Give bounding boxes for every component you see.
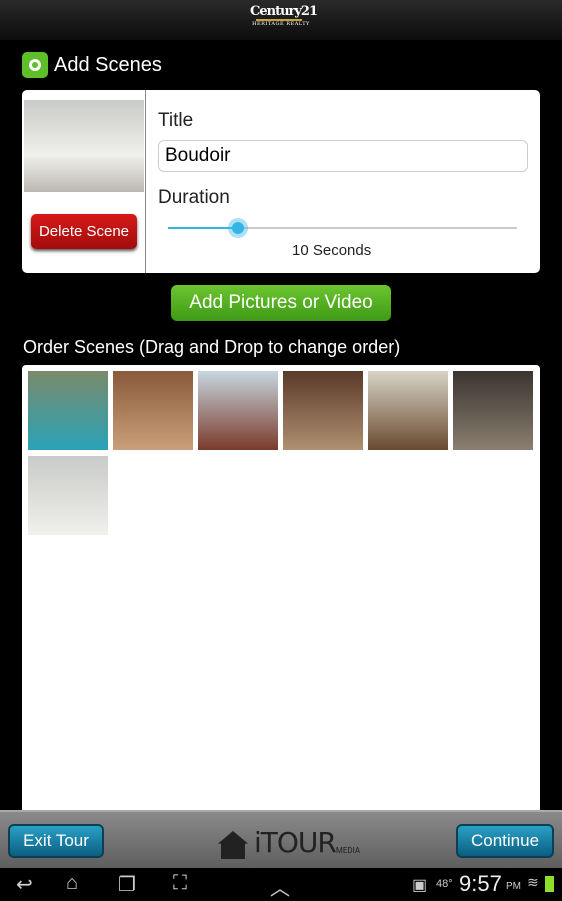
recent-apps-icon[interactable]: ❐ [118, 872, 136, 897]
section-header: Add Scenes [22, 52, 162, 78]
scene-tile-pool-exterior[interactable] [28, 371, 108, 450]
brand-sub: MEDIA [335, 846, 361, 855]
duration-value: 10 Seconds [292, 242, 372, 259]
clock-ampm: PM [506, 881, 521, 892]
duration-label: Duration [158, 187, 230, 208]
scene-tile-living-room[interactable] [113, 371, 193, 450]
brand-text: iTOUR [254, 826, 337, 859]
home-icon[interactable]: ⌂ [66, 872, 78, 895]
slider-thumb[interactable] [227, 218, 248, 238]
wifi-icon: ≋ [527, 874, 539, 890]
add-pictures-button[interactable]: Add Pictures or Video [171, 285, 391, 321]
order-scenes-label: Order Scenes (Drag and Drop to change or… [23, 337, 401, 357]
scene-order-grid [22, 365, 540, 810]
back-icon[interactable]: ↩ [16, 872, 33, 897]
title-label: Title [158, 110, 194, 131]
duration-slider[interactable] [168, 218, 517, 238]
century21-logo: Century21 HERITAGE REALTY [250, 4, 318, 27]
continue-button[interactable]: Continue [456, 824, 554, 858]
chevron-up-icon[interactable]: ︿ [270, 872, 290, 901]
scene-editor-panel: Delete Scene Title Duration 10 Seconds [22, 90, 540, 273]
delete-scene-button[interactable]: Delete Scene [31, 214, 137, 249]
scene-tile-theater-room[interactable] [453, 371, 533, 450]
screenshot-icon[interactable]: ⛶ [173, 872, 187, 895]
exit-tour-button[interactable]: Exit Tour [8, 824, 104, 858]
scene-tile-dining-room[interactable] [198, 371, 278, 450]
instagram-icon: ▣ [412, 877, 428, 894]
scene-thumbnail [24, 100, 144, 192]
section-title: Add Scenes [54, 53, 162, 76]
scene-tile-boudoir[interactable] [28, 456, 108, 535]
battery-icon [545, 876, 554, 892]
clock-time: 9:57 [459, 871, 502, 896]
bottom-bar: Exit Tour iTOUR MEDIA Continue [0, 810, 562, 868]
system-nav-bar: ↩ ⌂ ❐ ⛶ ︿ ▣ 48° 9:57 PM ≋ [0, 868, 562, 900]
itour-logo: iTOUR MEDIA [218, 826, 360, 859]
scene-camera-icon [22, 52, 48, 78]
title-input[interactable] [158, 140, 528, 172]
temperature: 48° [436, 878, 453, 890]
scene-tile-hallway[interactable] [368, 371, 448, 450]
top-bar: Century21 HERITAGE REALTY [0, 0, 562, 40]
scene-tile-kitchen[interactable] [283, 371, 363, 450]
divider [145, 90, 146, 273]
house-camera-icon [218, 831, 248, 859]
